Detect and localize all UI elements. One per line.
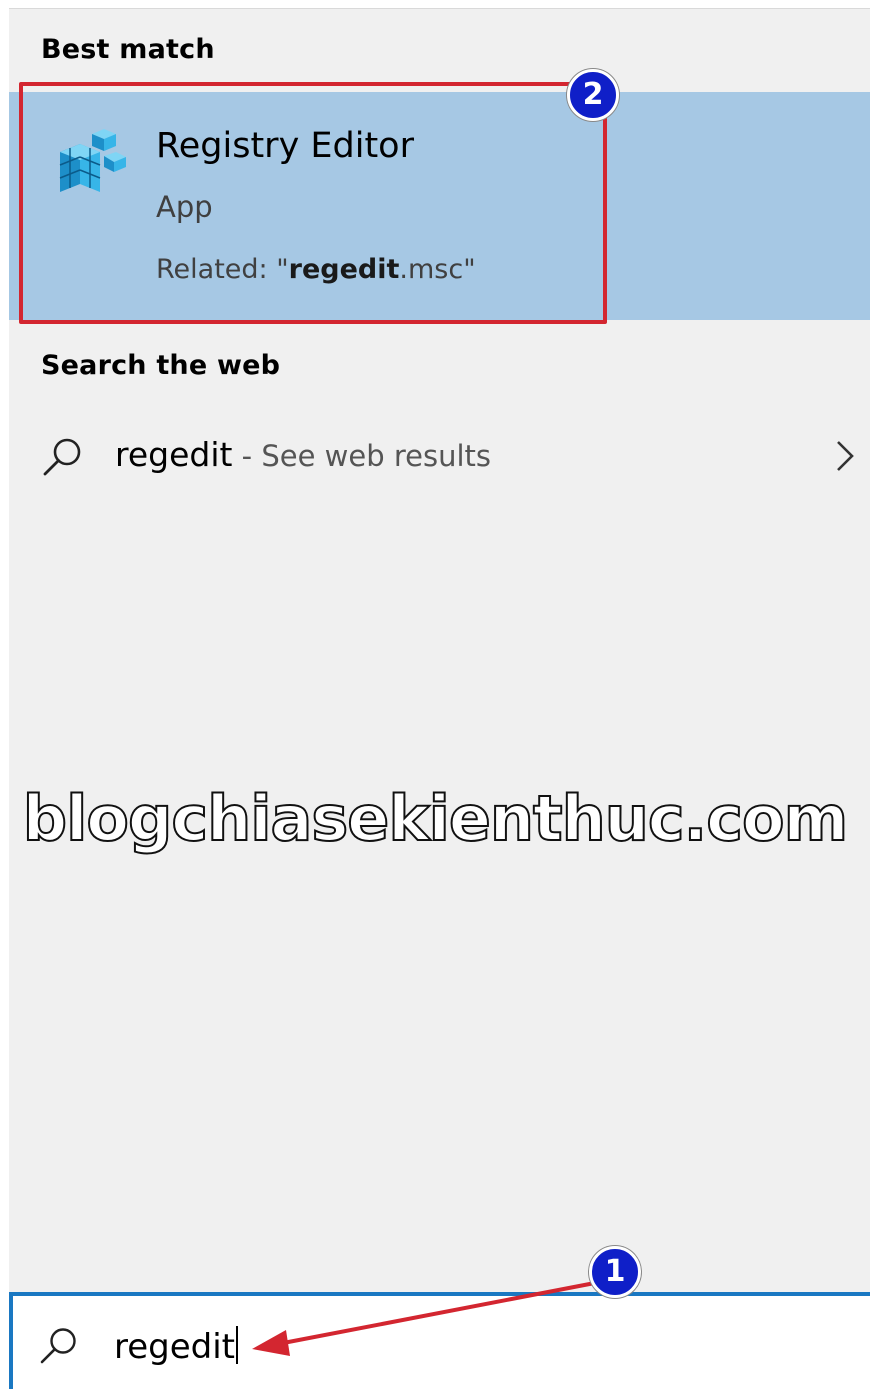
search-input[interactable]: regedit: [114, 1326, 239, 1367]
best-match-heading: Best match: [41, 34, 215, 65]
step-badge-2: 2: [567, 69, 619, 121]
chevron-right-icon[interactable]: [832, 436, 858, 476]
web-search-result[interactable]: regedit - See web results: [9, 418, 870, 496]
step-badge-1: 1: [589, 1246, 641, 1298]
highlight-box: [19, 82, 607, 324]
web-result-text: regedit - See web results: [115, 435, 491, 474]
search-input-value: regedit: [114, 1327, 236, 1367]
search-icon: [40, 1328, 76, 1364]
web-suffix: - See web results: [232, 439, 492, 473]
search-icon: [43, 438, 81, 476]
web-query: regedit: [115, 435, 233, 474]
watermark: blogchiasekienthuc.com: [22, 781, 849, 856]
search-web-heading: Search the web: [41, 350, 281, 381]
text-caret: [236, 1326, 239, 1364]
search-box-border: [9, 1292, 13, 1389]
